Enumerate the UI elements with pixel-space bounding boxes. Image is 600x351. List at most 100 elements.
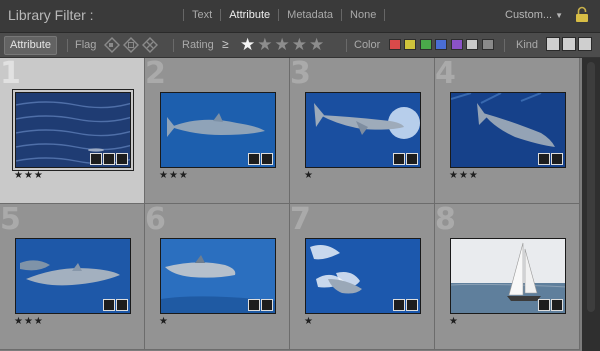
develop-badge-icon xyxy=(116,153,128,165)
develop-badge-icon xyxy=(406,153,418,165)
cell-index: 1 xyxy=(0,58,21,91)
color-label-none[interactable] xyxy=(482,39,494,50)
unflagged-filter-icon[interactable] xyxy=(123,37,139,53)
thumbnail-badges xyxy=(248,299,273,311)
rating-star[interactable]: ★ xyxy=(257,35,274,54)
filter-preset-value: Custom... xyxy=(505,9,553,21)
thumbnail-badges xyxy=(393,299,418,311)
photo-cell[interactable]: 8 ★ xyxy=(435,204,580,350)
color-label-blue[interactable] xyxy=(435,39,447,50)
rating-star[interactable]: ★ xyxy=(309,35,326,54)
cell-index: 5 xyxy=(0,204,21,237)
library-filter-title: Library Filter : xyxy=(8,7,94,23)
keyword-badge-icon xyxy=(393,153,405,165)
library-filter-bar: Library Filter : Text Attribute Metadata… xyxy=(0,0,600,33)
color-label: Color xyxy=(354,39,381,51)
photo-rating: ★★★ xyxy=(159,170,189,181)
photo-rating: ★ xyxy=(159,316,169,327)
thumbnail[interactable] xyxy=(305,92,421,168)
keyword-badge-icon xyxy=(103,299,115,311)
color-label-yellow[interactable] xyxy=(404,39,416,50)
thumbnail-badges xyxy=(538,299,563,311)
rating-star[interactable]: ★ xyxy=(240,35,257,54)
develop-badge-icon xyxy=(261,153,273,165)
rejected-filter-icon[interactable] xyxy=(142,37,158,53)
develop-badge-icon xyxy=(406,299,418,311)
filter-tabs: Text Attribute Metadata None xyxy=(183,9,386,21)
photo-cell[interactable]: 7 ★ xyxy=(290,204,435,350)
rating-operator[interactable]: ≥ xyxy=(222,37,229,51)
rating-star[interactable]: ★ xyxy=(292,35,309,54)
thumbnail-badges xyxy=(538,153,563,165)
develop-badge-icon xyxy=(551,153,563,165)
virtual-copies-icon[interactable] xyxy=(562,37,576,51)
thumbnail-badges xyxy=(90,153,128,165)
divider xyxy=(173,39,174,52)
divider xyxy=(384,9,386,21)
photo-cell[interactable]: 6 ★ xyxy=(145,204,290,350)
thumbnail[interactable] xyxy=(450,92,566,168)
color-label-other[interactable] xyxy=(466,39,478,50)
cell-index: 2 xyxy=(145,58,166,91)
keyword-badge-icon xyxy=(538,153,550,165)
flag-label: Flag xyxy=(75,39,97,51)
thumbnail[interactable] xyxy=(305,238,421,314)
filter-preset-select[interactable]: Custom... ▼ xyxy=(505,9,563,21)
cell-index: 3 xyxy=(290,58,311,91)
tab-attribute[interactable]: Attribute xyxy=(221,9,278,21)
cell-index: 7 xyxy=(290,204,311,237)
cell-index: 4 xyxy=(435,58,456,91)
tab-metadata[interactable]: Metadata xyxy=(279,9,341,21)
grid-scrollbar[interactable] xyxy=(582,58,600,351)
photo-cell[interactable]: 2 ★★★ xyxy=(145,58,290,204)
photo-cell[interactable]: 3 ★ xyxy=(290,58,435,204)
thumbnail[interactable] xyxy=(160,92,276,168)
keyword-badge-icon xyxy=(103,153,115,165)
rating-star[interactable]: ★ xyxy=(275,35,292,54)
develop-badge-icon xyxy=(116,299,128,311)
keyword-badge-icon xyxy=(248,299,260,311)
color-label-purple[interactable] xyxy=(451,39,463,50)
master-photos-icon[interactable] xyxy=(546,37,560,51)
thumbnail-badges xyxy=(103,299,128,311)
develop-badge-icon xyxy=(551,299,563,311)
cell-index: 6 xyxy=(145,204,166,237)
cell-index: 8 xyxy=(435,204,456,237)
tab-text[interactable]: Text xyxy=(184,9,220,21)
photo-rating: ★ xyxy=(304,316,314,327)
photo-cell[interactable]: 4 ★★★ xyxy=(435,58,580,204)
photo-rating: ★★★ xyxy=(14,170,44,181)
keyword-badge-icon xyxy=(538,299,550,311)
divider xyxy=(346,39,347,52)
photo-rating: ★★★ xyxy=(449,170,479,181)
color-label-green[interactable] xyxy=(420,39,432,50)
photo-cell[interactable]: 1 ★★★ xyxy=(0,58,145,204)
thumbnail[interactable] xyxy=(12,89,134,171)
thumbnail-badges xyxy=(248,153,273,165)
rating-label: Rating xyxy=(182,39,214,51)
photo-grid: 1 ★★★ 2 ★★★ 3 ★ 4 ★★★ 5 ★★★ 6 ★ 7 ★ 8 ★ xyxy=(0,58,582,351)
keyword-badge-icon xyxy=(393,299,405,311)
tab-none[interactable]: None xyxy=(342,9,384,21)
flagged-filter-icon[interactable] xyxy=(104,37,120,53)
rating-stars[interactable]: ★★★★★ xyxy=(240,35,326,55)
lock-icon[interactable] xyxy=(575,6,589,23)
keyword-badge-icon xyxy=(248,153,260,165)
kind-label: Kind xyxy=(516,39,539,51)
video-files-icon[interactable] xyxy=(578,37,592,51)
photo-rating: ★ xyxy=(449,316,459,327)
attribute-label-button[interactable]: Attribute xyxy=(4,36,57,55)
thumbnail[interactable] xyxy=(450,238,566,314)
scrollbar-thumb[interactable] xyxy=(587,62,595,312)
thumbnail[interactable] xyxy=(160,238,276,314)
photo-cell[interactable]: 5 ★★★ xyxy=(0,204,145,350)
color-label-red[interactable] xyxy=(389,39,401,50)
divider xyxy=(504,39,505,52)
attribute-filter-bar: Attribute Flag Rating ≥ ★★★★★ Color Kind xyxy=(0,33,600,58)
chevron-down-icon: ▼ xyxy=(555,11,563,20)
metadata-badge-icon xyxy=(90,153,102,165)
develop-badge-icon xyxy=(261,299,273,311)
thumbnail[interactable] xyxy=(15,238,131,314)
divider xyxy=(67,39,68,52)
thumbnail-badges xyxy=(393,153,418,165)
